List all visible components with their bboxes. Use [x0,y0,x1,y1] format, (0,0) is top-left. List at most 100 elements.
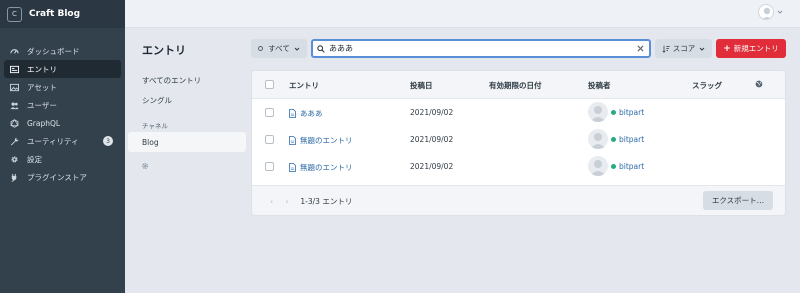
author-avatar [588,156,608,176]
sort-icon [662,45,670,53]
image-icon [10,83,19,92]
user-avatar[interactable] [758,4,774,20]
column-header-author[interactable]: 投稿者 [588,80,611,91]
top-bar [125,0,800,28]
entry-post-date: 2021/09/02 [410,108,454,117]
page-title: エントリ [142,44,186,57]
wrench-icon [10,137,19,146]
nav-label: エントリ [27,64,57,74]
column-header-title[interactable]: エントリ [289,80,319,91]
author-avatar [588,129,608,149]
nav-label: 設定 [27,154,42,164]
new-entry-button[interactable]: + 新規エントリ [716,39,786,58]
nav-label: ダッシュボード [27,46,80,56]
plus-icon: + [723,43,731,54]
entry-title: 無題のエントリ [300,163,353,172]
select-all-checkbox[interactable] [265,80,274,89]
gear-icon [10,155,19,164]
table-row[interactable]: 無題のエントリ 2021/09/02 bitpart [252,153,785,180]
main-nav: ダッシュボード エントリ アセット ユーザー GraphQL ユーティリティ 3… [0,42,125,186]
sort-label: スコア [672,44,696,53]
entry-author[interactable]: bitpart [588,102,644,122]
gear-icon[interactable] [141,162,149,170]
source-singles[interactable]: シングル [128,90,246,110]
nav-item-settings[interactable]: 設定 [0,150,125,168]
column-header-expiry-date[interactable]: 有効期限の日付 [489,80,542,91]
entry-title: 無題のエントリ [300,136,353,145]
user-silhouette-icon [590,106,606,122]
table-row[interactable]: あああ 2021/09/02 bitpart [252,99,785,126]
document-icon [289,109,296,118]
status-filter-label: すべて [268,44,290,53]
pagination: ‹ › 1-3/3 エントリ [270,196,352,207]
export-button[interactable]: エクスポート… [703,191,773,210]
plug-icon [10,173,19,182]
nav-item-plugin-store[interactable]: プラグインストア [0,168,125,186]
author-name: bitpart [619,107,645,117]
author-name: bitpart [619,134,645,144]
row-checkbox[interactable] [265,135,274,144]
user-silhouette-icon [590,133,606,149]
users-icon [10,101,19,110]
column-header-slug[interactable]: スラッグ [692,80,722,91]
prev-page-icon[interactable]: ‹ [270,197,273,206]
entry-author[interactable]: bitpart [588,156,644,176]
user-silhouette-icon [590,160,606,176]
next-page-icon[interactable]: › [285,197,288,206]
graphql-icon [10,118,19,128]
source-blog[interactable]: Blog [128,132,246,152]
user-silhouette-icon [762,7,772,19]
nav-label: GraphQL [27,118,61,128]
entry-title-link[interactable]: あああ [289,108,323,119]
sources-list: すべてのエントリ シングル チャネル Blog [128,70,246,152]
entry-post-date: 2021/09/02 [410,135,454,144]
nav-item-graphql[interactable]: GraphQL [0,114,125,132]
entry-author[interactable]: bitpart [588,129,644,149]
source-heading-channels: チャネル [142,122,168,130]
nav-item-dashboard[interactable]: ダッシュボード [0,42,125,60]
sort-button[interactable]: スコア [655,39,712,58]
row-checkbox[interactable] [265,162,274,171]
chevron-down-icon[interactable] [777,9,783,15]
gauge-icon [10,47,19,56]
status-dot [611,163,616,169]
clear-search-icon[interactable] [637,45,644,52]
column-header-post-date[interactable]: 投稿日 [410,80,433,91]
entry-title-link[interactable]: 無題のエントリ [289,135,353,146]
utilities-badge: 3 [103,136,113,146]
nav-item-assets[interactable]: アセット [0,78,125,96]
chevron-down-icon [294,47,300,51]
nav-item-utilities[interactable]: ユーティリティ 3 [0,132,125,150]
author-name: bitpart [619,161,645,171]
nav-item-entries[interactable]: エントリ [4,60,121,78]
chevron-down-icon [699,47,705,51]
sidebar: C Craft Blog ダッシュボード エントリ アセット ユーザー Grap… [0,0,125,293]
table-footer: ‹ › 1-3/3 エントリ エクスポート… [252,185,785,215]
nav-label: アセット [27,82,57,92]
document-icon [289,136,296,145]
entry-post-date: 2021/09/02 [410,162,454,171]
row-checkbox[interactable] [265,108,274,117]
search-icon [317,44,325,53]
search-box[interactable] [311,39,651,58]
nav-label: ユーティリティ [27,136,79,146]
entries-table: エントリ 投稿日 有効期限の日付 投稿者 スラッグ あああ 2021/09/02… [251,70,786,216]
nav-label: ユーザー [27,100,57,110]
nav-label: プラグインストア [27,172,87,182]
status-dot-icon [258,46,264,51]
globe-icon[interactable] [755,80,763,88]
status-dot [611,109,616,115]
table-row[interactable]: 無題のエントリ 2021/09/02 bitpart [252,126,785,153]
entry-count: 1-3/3 エントリ [300,197,353,206]
source-all-entries[interactable]: すべてのエントリ [128,70,246,90]
site-brand[interactable]: C Craft Blog [0,0,125,28]
status-dot [611,136,616,142]
entry-title-link[interactable]: 無題のエントリ [289,162,353,173]
nav-item-users[interactable]: ユーザー [0,96,125,114]
newspaper-icon [10,65,19,74]
status-filter-button[interactable]: すべて [251,39,307,58]
site-name: Craft Blog [29,9,81,19]
search-input[interactable] [329,44,629,53]
new-entry-label: 新規エントリ [733,44,779,53]
document-icon [289,163,296,172]
